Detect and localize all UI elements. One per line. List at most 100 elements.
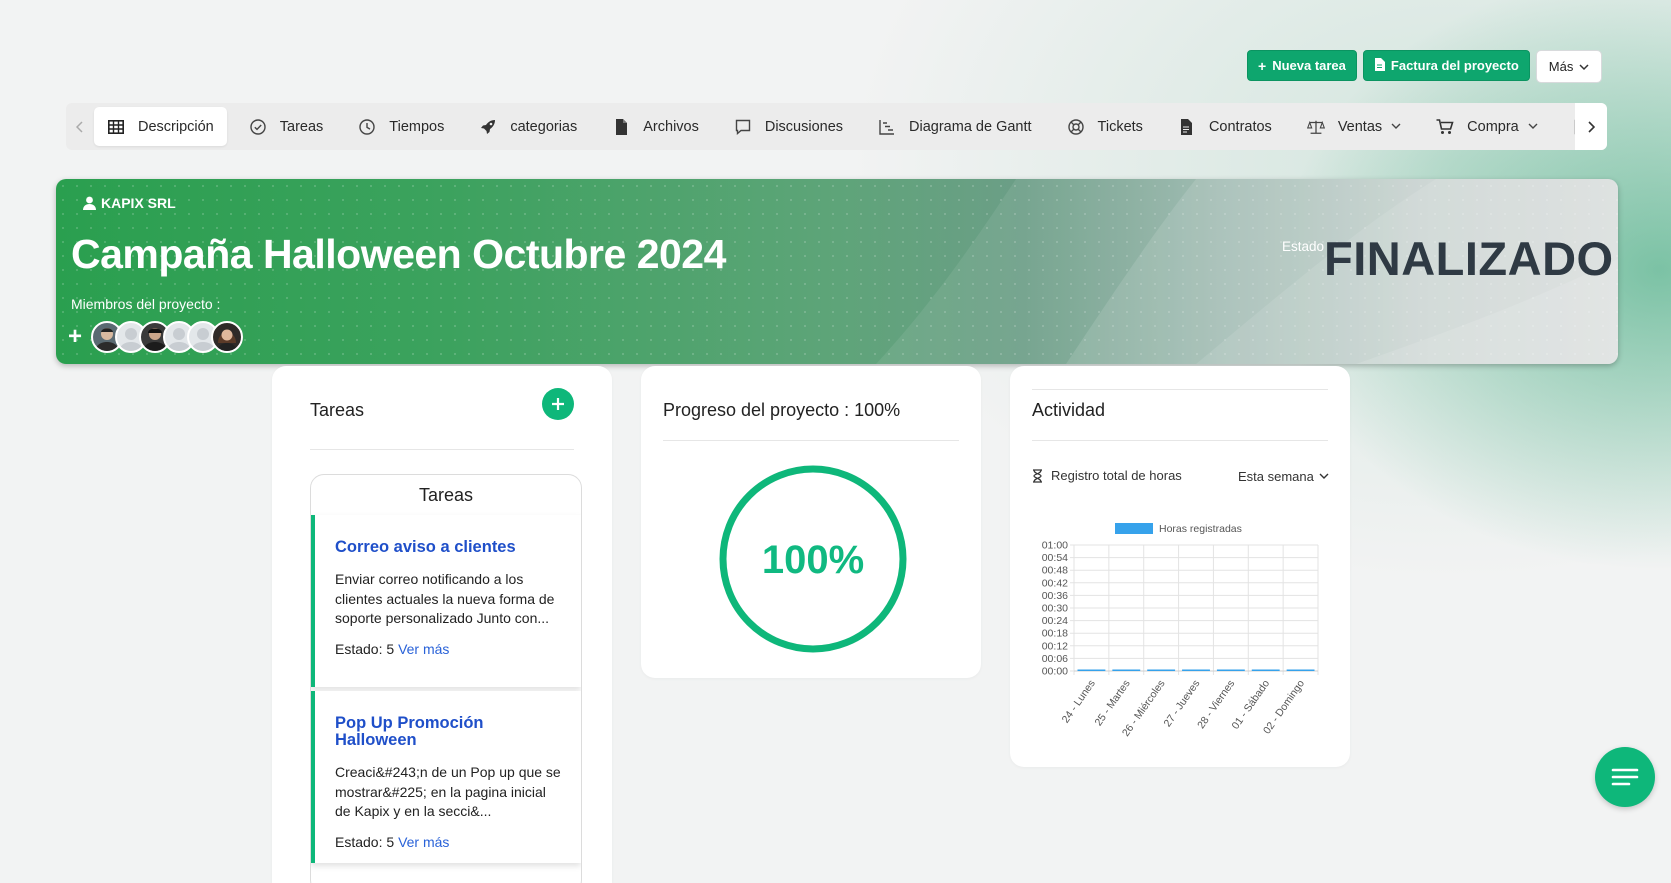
document-icon (1374, 57, 1385, 74)
tab-archivos[interactable]: Archivos (599, 107, 712, 146)
tab-label: Tickets (1097, 118, 1143, 135)
tab-tickets[interactable]: Tickets (1054, 107, 1156, 146)
task-description: Creaci&#243;n de un Pop up que se mostra… (335, 764, 561, 819)
y-tick-label: 00:18 (1042, 628, 1068, 640)
project-invoice-label: Factura del proyecto (1390, 58, 1519, 73)
task-item[interactable]: Pop Up Promoción Halloween Creaci&#243;n… (311, 691, 581, 863)
bar (1147, 669, 1176, 671)
range-label: Esta semana (1238, 469, 1314, 484)
tab-compra[interactable]: Compra (1423, 107, 1551, 146)
cart-icon (1436, 118, 1454, 136)
more-dropdown[interactable]: Más (1535, 50, 1603, 83)
grid-icon (107, 118, 125, 136)
tab-tiempos[interactable]: Tiempos (345, 107, 457, 146)
add-member-button[interactable]: + (68, 323, 82, 351)
chevron-right-icon (1588, 120, 1595, 133)
activity-card-title: Actividad (1032, 400, 1106, 420)
legend-label: Horas registradas (1159, 523, 1242, 535)
tab-label: Compra (1467, 118, 1519, 135)
bar (1077, 669, 1106, 671)
chevron-down-icon (1528, 121, 1538, 133)
new-task-button[interactable]: + Nueva tarea (1247, 50, 1357, 81)
chat-icon (734, 118, 752, 136)
menu-fab-button[interactable] (1595, 747, 1655, 807)
bar (1182, 669, 1210, 671)
chevron-down-icon (1319, 473, 1329, 479)
tasks-list: Tareas Correo aviso a clientes Enviar co… (310, 474, 582, 883)
task-title[interactable]: Correo aviso a clientes (335, 539, 561, 556)
new-task-label: Nueva tarea (1272, 58, 1346, 73)
chevron-down-icon (1391, 121, 1401, 133)
progress-card-title: Progreso del proyecto : 100% (663, 400, 901, 420)
status-value: 5 (386, 833, 395, 850)
status-label: Estado: (335, 833, 383, 850)
tab-label: Ventas (1337, 118, 1383, 135)
y-tick-label: 00:42 (1042, 577, 1068, 589)
progress-ring: 100% (715, 461, 911, 662)
tab-discusiones[interactable]: Discusiones (721, 107, 856, 146)
rocket-icon (479, 118, 497, 136)
check-circle-icon (249, 118, 267, 136)
hourglass-icon (1033, 468, 1042, 483)
hours-chart-svg: Horas registradas00:0000:0600:1200:1800:… (1042, 523, 1319, 739)
project-tabs: Descripción Tareas Tiempos categorias Ar… (66, 103, 1607, 150)
tab-ventas[interactable]: Ventas (1294, 107, 1414, 146)
see-more-link[interactable]: Ver más (398, 641, 449, 657)
plus-icon (552, 398, 564, 410)
tasks-card: Tareas Tareas Correo aviso a clientes En… (272, 366, 612, 883)
y-tick-label: 00:06 (1042, 653, 1068, 665)
hours-total-header: Registro total de horas (1032, 468, 1182, 483)
y-tick-label: 00:12 (1042, 640, 1068, 652)
avatar[interactable] (211, 321, 244, 353)
y-tick-label: 00:36 (1042, 590, 1068, 602)
scale-icon (1306, 118, 1325, 136)
progress-card: Progreso del proyecto : 100% 100% (641, 366, 981, 678)
chevron-down-icon (1579, 59, 1589, 74)
tab-contratos[interactable]: Contratos (1165, 107, 1285, 146)
project-title: Campaña Halloween Octubre 2024 (71, 231, 726, 277)
y-tick-label: 01:00 (1042, 540, 1068, 552)
contract-icon (1178, 118, 1196, 136)
members-label: Miembros del proyecto : (71, 296, 221, 312)
y-tick-label: 00:30 (1042, 603, 1068, 615)
project-members: + (68, 321, 244, 353)
tab-label: Tareas (279, 118, 324, 135)
file-icon (612, 118, 630, 136)
hours-chart: Horas registradas 00:00 00:06 00:12 00:18 00:… (1022, 516, 1342, 761)
legend-swatch (1115, 523, 1153, 534)
tab-label: Tiempos (389, 118, 445, 135)
progress-value: 100% (762, 538, 864, 582)
tab-label: Contratos (1208, 118, 1272, 135)
tab-label: Diagrama de Gantt (909, 118, 1032, 135)
tabs-scroll-right[interactable] (1575, 103, 1607, 150)
see-more-link[interactable]: Ver más (398, 834, 449, 850)
y-tick-label: 00:48 (1042, 565, 1068, 577)
tab-tareas[interactable]: Tareas (236, 107, 337, 146)
tasks-list-title: Tareas (418, 485, 474, 505)
status-label: Estado: (335, 640, 383, 657)
task-title[interactable]: Pop Up Promoción Halloween (335, 715, 561, 749)
bar (1112, 669, 1141, 671)
y-tick-label: 00:54 (1042, 552, 1068, 564)
status-label: Estado (1282, 239, 1325, 254)
y-tick-label: 00:00 (1042, 666, 1068, 678)
tab-categorias[interactable]: categorias (466, 107, 590, 146)
y-tick-label: 00:24 (1042, 615, 1068, 627)
tasks-card-title: Tareas (310, 400, 365, 420)
clock-icon (358, 118, 376, 136)
divider (663, 440, 959, 441)
status-value: 5 (386, 640, 395, 657)
activity-card: Actividad Registro total de horas Esta s… (1010, 366, 1350, 767)
project-invoice-button[interactable]: Factura del proyecto (1362, 50, 1530, 81)
tabs-scroll-left[interactable] (66, 103, 94, 150)
tab-descripcion[interactable]: Descripción (94, 107, 227, 146)
add-task-button[interactable] (542, 388, 574, 420)
bar (1251, 669, 1280, 671)
range-dropdown[interactable]: Esta semana (1238, 469, 1329, 484)
task-description: Enviar correo notificando a los clientes… (335, 571, 555, 626)
client-name[interactable]: KAPIX SRL (83, 195, 176, 211)
more-label: Más (1548, 59, 1574, 74)
task-item[interactable]: Correo aviso a clientes Enviar correo no… (311, 515, 581, 687)
tab-gantt[interactable]: Diagrama de Gantt (865, 107, 1045, 146)
menu-lines-icon (1611, 768, 1639, 786)
